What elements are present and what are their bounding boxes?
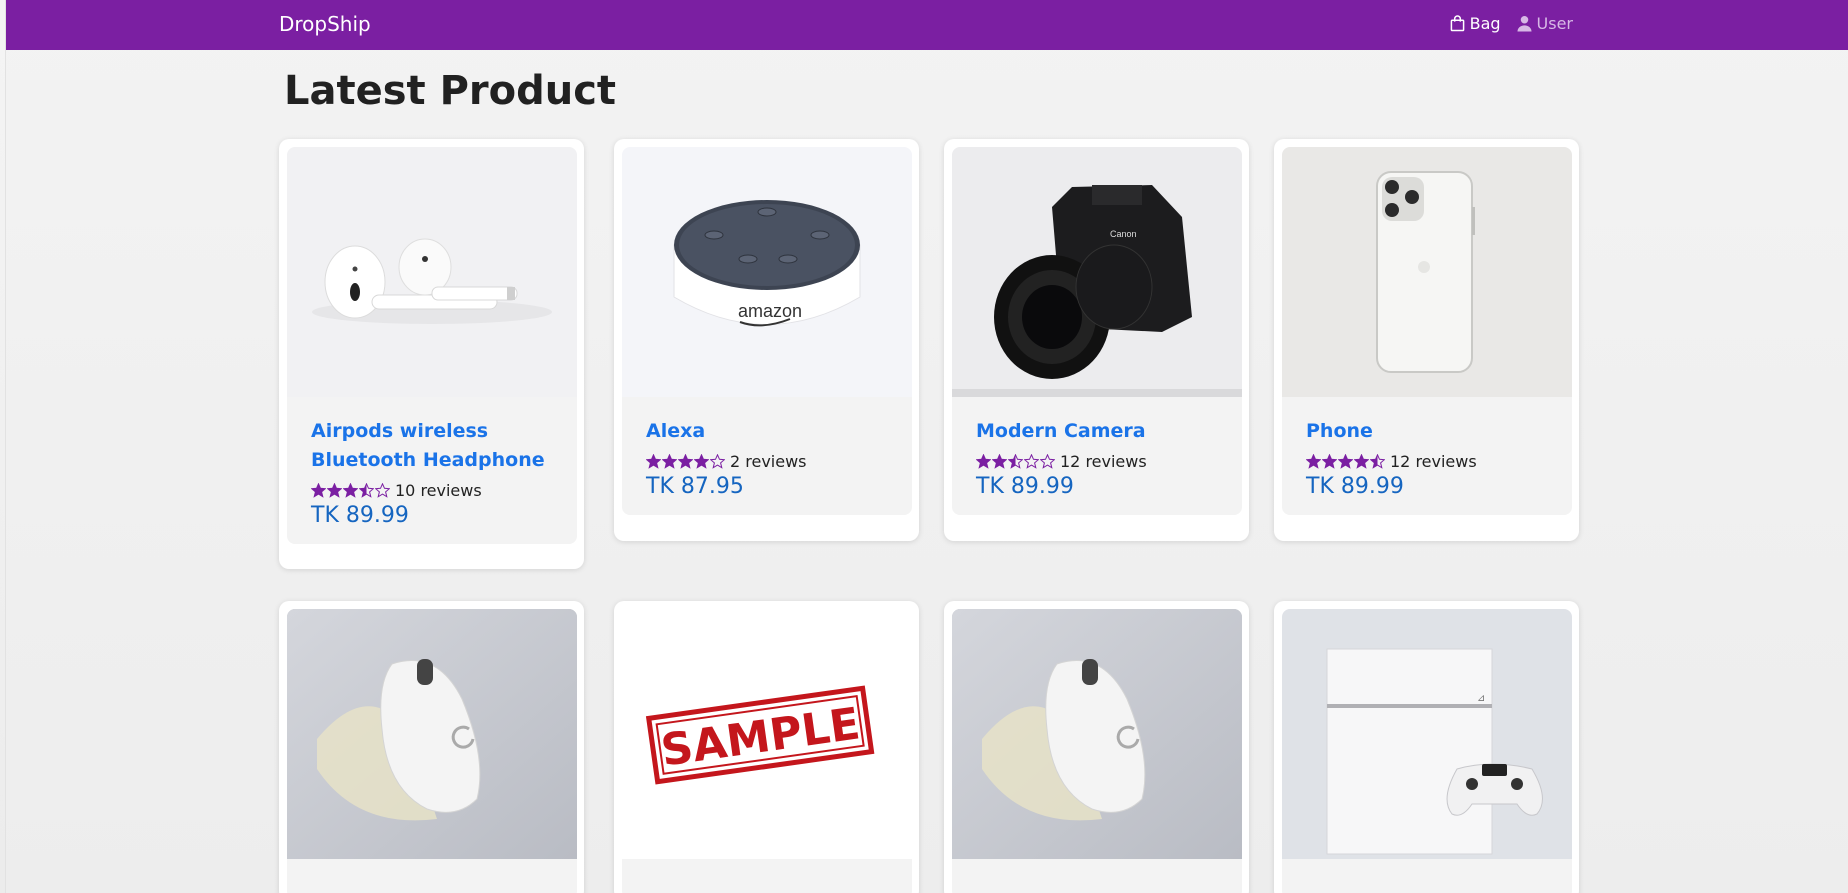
star-full-icon bbox=[678, 453, 693, 469]
review-count: 2 reviews bbox=[730, 451, 807, 471]
card-body: Alexa 2 reviews TK 87.95 bbox=[622, 397, 912, 515]
user-label: User bbox=[1536, 14, 1573, 33]
star-empty-icon bbox=[1024, 453, 1039, 469]
canon-camera-image[interactable]: Canon bbox=[952, 147, 1242, 397]
product-name[interactable]: Modern Camera bbox=[976, 417, 1218, 446]
star-full-icon bbox=[976, 453, 991, 469]
brand-logo[interactable]: DropShip bbox=[279, 12, 371, 36]
star-empty-icon bbox=[710, 453, 725, 469]
product-name[interactable]: Alexa bbox=[646, 417, 888, 446]
product-price: TK 89.99 bbox=[1306, 474, 1404, 499]
logitech-mouse-image[interactable] bbox=[952, 609, 1242, 859]
user-icon bbox=[1517, 16, 1532, 32]
rating: 2 reviews bbox=[646, 450, 888, 472]
star-rating bbox=[311, 482, 390, 498]
star-full-icon bbox=[327, 482, 342, 498]
rating: 12 reviews bbox=[1306, 450, 1548, 472]
iphone-image[interactable] bbox=[1282, 147, 1572, 397]
star-full-icon bbox=[992, 453, 1007, 469]
sample-stamp-image[interactable]: SAMPLE bbox=[622, 609, 912, 859]
product-card[interactable]: amazon Alexa 2 reviews TK 87.95 bbox=[614, 139, 919, 541]
review-count: 10 reviews bbox=[395, 480, 482, 500]
star-half-icon bbox=[359, 482, 374, 498]
card-body: Phone 12 reviews TK 89.99 bbox=[1282, 397, 1572, 515]
star-rating bbox=[976, 453, 1055, 469]
product-card[interactable] bbox=[944, 601, 1249, 893]
star-full-icon bbox=[1338, 453, 1353, 469]
card-body bbox=[287, 859, 577, 893]
nav-links: Bag User bbox=[1450, 14, 1573, 33]
product-card[interactable]: SAMPLE bbox=[614, 601, 919, 893]
star-half-icon bbox=[1370, 453, 1385, 469]
card-body bbox=[952, 859, 1242, 893]
star-full-icon bbox=[311, 482, 326, 498]
review-count: 12 reviews bbox=[1060, 451, 1147, 471]
card-body: Airpods wireless Bluetooth Headphone 10 … bbox=[287, 397, 577, 544]
star-full-icon bbox=[1322, 453, 1337, 469]
page: DropShip Bag User Latest Product Airpods… bbox=[5, 0, 1848, 893]
review-count: 12 reviews bbox=[1390, 451, 1477, 471]
card-body bbox=[1282, 859, 1572, 893]
shopping-bag-icon bbox=[1450, 15, 1464, 32]
star-full-icon bbox=[343, 482, 358, 498]
card-body bbox=[622, 859, 912, 893]
star-rating bbox=[646, 453, 725, 469]
star-full-icon bbox=[646, 453, 661, 469]
star-half-icon bbox=[1008, 453, 1023, 469]
amazon-echo-dot-image[interactable]: amazon bbox=[622, 147, 912, 397]
bag-link[interactable]: Bag bbox=[1450, 14, 1501, 33]
product-name[interactable]: Airpods wireless Bluetooth Headphone bbox=[311, 417, 553, 475]
playstation-console-image[interactable]: ⊿ bbox=[1282, 609, 1572, 859]
star-full-icon bbox=[1354, 453, 1369, 469]
product-card[interactable]: Phone 12 reviews TK 89.99 bbox=[1274, 139, 1579, 541]
amazon-logo-text: amazon bbox=[738, 301, 802, 321]
product-price: TK 87.95 bbox=[646, 474, 744, 499]
rating: 10 reviews bbox=[311, 479, 553, 501]
user-link[interactable]: User bbox=[1517, 14, 1573, 33]
bag-label: Bag bbox=[1469, 14, 1501, 33]
star-empty-icon bbox=[1040, 453, 1055, 469]
star-full-icon bbox=[662, 453, 677, 469]
airpods-image[interactable] bbox=[287, 147, 577, 397]
product-card[interactable]: Canon Modern Camera 12 reviews TK 89.99 bbox=[944, 139, 1249, 541]
product-card[interactable] bbox=[279, 601, 584, 893]
star-full-icon bbox=[1306, 453, 1321, 469]
logitech-mouse-image[interactable] bbox=[287, 609, 577, 859]
product-name[interactable]: Phone bbox=[1306, 417, 1548, 446]
top-navbar: DropShip Bag User bbox=[6, 0, 1848, 50]
svg-text:⊿: ⊿ bbox=[1477, 693, 1485, 704]
star-rating bbox=[1306, 453, 1385, 469]
product-price: TK 89.99 bbox=[311, 503, 409, 528]
product-card[interactable]: ⊿ bbox=[1274, 601, 1579, 893]
star-empty-icon bbox=[375, 482, 390, 498]
star-full-icon bbox=[694, 453, 709, 469]
product-price: TK 89.99 bbox=[976, 474, 1074, 499]
svg-text:Canon: Canon bbox=[1110, 229, 1137, 239]
page-title: Latest Product bbox=[284, 68, 617, 114]
card-body: Modern Camera 12 reviews TK 89.99 bbox=[952, 397, 1242, 515]
rating: 12 reviews bbox=[976, 450, 1218, 472]
product-card[interactable]: Airpods wireless Bluetooth Headphone 10 … bbox=[279, 139, 584, 569]
